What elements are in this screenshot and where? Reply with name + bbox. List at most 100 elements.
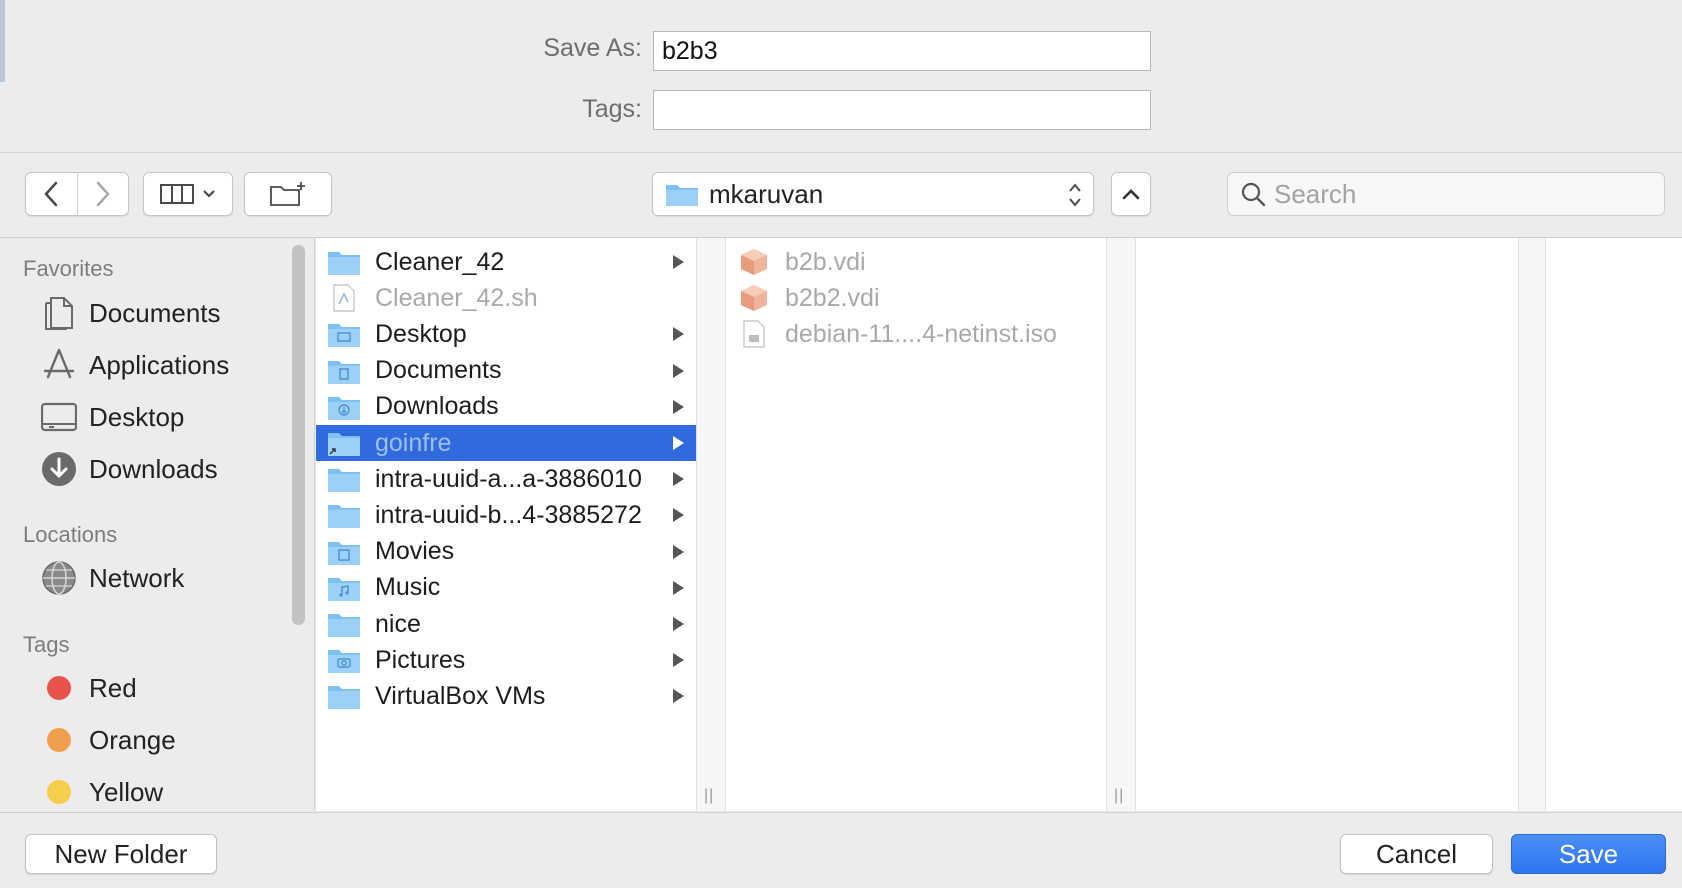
file-name: b2b2.vdi [785,283,880,312]
list-item[interactable]: Desktop [316,316,696,352]
save-as-input[interactable] [653,31,1151,71]
tag-dot-icon [39,772,79,811]
file-name: b2b.vdi [785,247,866,276]
file-name: Movies [375,537,455,566]
sidebar-scrollbar[interactable] [292,245,305,625]
desktop-icon [39,397,79,437]
sidebar-item-tag-yellow[interactable]: Yellow [39,772,163,811]
sidebar-item-label: Yellow [89,776,164,807]
new-folder-button[interactable]: New Folder [25,834,217,874]
list-item[interactable]: b2b2.vdi [726,280,1106,316]
disclosure-arrow-icon [673,472,684,487]
file-name: intra-uuid-a...a-3886010 [375,464,642,493]
sidebar-item-label: Applications [89,349,230,380]
forward-button[interactable] [77,172,128,216]
list-item[interactable]: Cleaner_42.sh [316,280,696,316]
tag-dot-icon [39,668,79,708]
file-name: Music [375,573,441,602]
sidebar-item-label: Desktop [89,401,185,432]
disclosure-arrow-icon [673,544,684,559]
folder-icon [327,320,361,348]
chevron-down-icon [203,190,215,198]
folder-icon [327,646,361,674]
folder-icon [327,393,361,421]
folder-icon [327,682,361,710]
folder-icon [327,248,361,276]
sidebar-item-tag-orange[interactable]: Orange [39,720,176,760]
file-name: Cleaner_42 [375,247,505,276]
folder-icon [327,574,361,602]
list-item[interactable]: Music [316,570,696,606]
file-name: goinfre [375,428,452,457]
list-item[interactable]: VirtualBox VMs [316,678,696,714]
sidebar-item-label: Red [89,672,137,703]
list-item[interactable]: intra-uuid-b...4-3885272 [316,497,696,533]
back-button[interactable] [26,172,77,216]
applications-icon [39,345,79,385]
browser-column-4 [1546,238,1682,811]
folder-icon [327,501,361,529]
document-icon [39,293,79,333]
save-button[interactable]: Save [1511,834,1666,874]
cancel-button[interactable]: Cancel [1340,834,1493,874]
chevron-up-icon [1122,189,1140,200]
tags-label: Tags: [582,95,642,123]
column-resizer[interactable]: || [1106,238,1136,811]
list-item[interactable]: intra-uuid-a...a-3886010 [316,461,696,497]
search-field[interactable]: Search [1227,172,1665,216]
browser-column-1: Cleaner_42 Cleaner_42.sh Desktop Documents D… [316,238,696,811]
view-mode-button[interactable] [143,172,233,216]
list-item[interactable]: nice [316,606,696,642]
virtual-disk-icon [737,248,771,276]
list-item[interactable]: goinfre [316,425,696,461]
folder-icon [327,357,361,385]
sidebar-item-network[interactable]: Network [39,558,184,598]
sidebar-item-tag-red[interactable]: Red [39,668,137,708]
disclosure-arrow-icon [673,363,684,378]
file-name: Downloads [375,392,499,421]
locations-header: Locations [23,522,118,547]
disclosure-arrow-icon [673,617,684,631]
column-resizer [1518,238,1546,811]
list-item[interactable]: debian-11....4-netinst.iso [726,316,1106,352]
list-item[interactable]: Downloads [316,389,696,425]
resize-handle-icon: || [1114,787,1125,804]
folder-alias-icon [327,429,361,457]
sidebar-item-documents[interactable]: Documents [39,293,221,333]
expand-collapse-button[interactable] [1111,172,1151,216]
save-header [0,0,1682,153]
tags-input[interactable] [653,90,1151,130]
sidebar-item-label: Orange [89,724,176,755]
disclosure-arrow-icon [673,689,684,704]
disclosure-arrow-icon [673,399,684,414]
disclosure-arrow-icon [673,327,684,342]
window-edge [0,0,5,82]
list-item[interactable]: Pictures [316,642,696,678]
list-item[interactable]: b2b.vdi [726,244,1106,280]
folder-icon [666,185,698,206]
column-view-icon [160,184,194,204]
file-name: intra-uuid-b...4-3885272 [375,500,642,529]
disclosure-arrow-icon [673,508,684,523]
search-placeholder: Search [1274,178,1357,209]
location-popup[interactable]: mkaruvan [652,172,1094,216]
list-item[interactable]: Movies [316,534,696,570]
new-folder-icon [270,182,305,206]
sidebar-item-label: Downloads [89,453,218,484]
disclosure-arrow-icon [673,580,684,595]
file-name: Cleaner_42.sh [375,283,538,312]
new-folder-toolbar-button[interactable] [244,172,332,216]
browser-column-2: b2b.vdi b2b2.vdi debian-11....4-netinst.is… [726,238,1106,811]
sidebar-item-applications[interactable]: Applications [39,345,229,385]
tags-header: Tags [23,632,70,657]
sidebar-item-desktop[interactable]: Desktop [39,397,184,437]
list-item[interactable]: Documents [316,353,696,389]
column-resizer[interactable]: || [696,238,726,811]
browser-column-3 [1136,238,1518,811]
disclosure-arrow-icon [673,255,684,269]
sidebar-item-downloads[interactable]: Downloads [39,449,218,489]
list-item[interactable]: Cleaner_42 [316,244,696,280]
disclosure-arrow-icon [673,436,684,450]
sidebar-item-label: Network [89,562,185,593]
folder-icon [327,538,361,566]
